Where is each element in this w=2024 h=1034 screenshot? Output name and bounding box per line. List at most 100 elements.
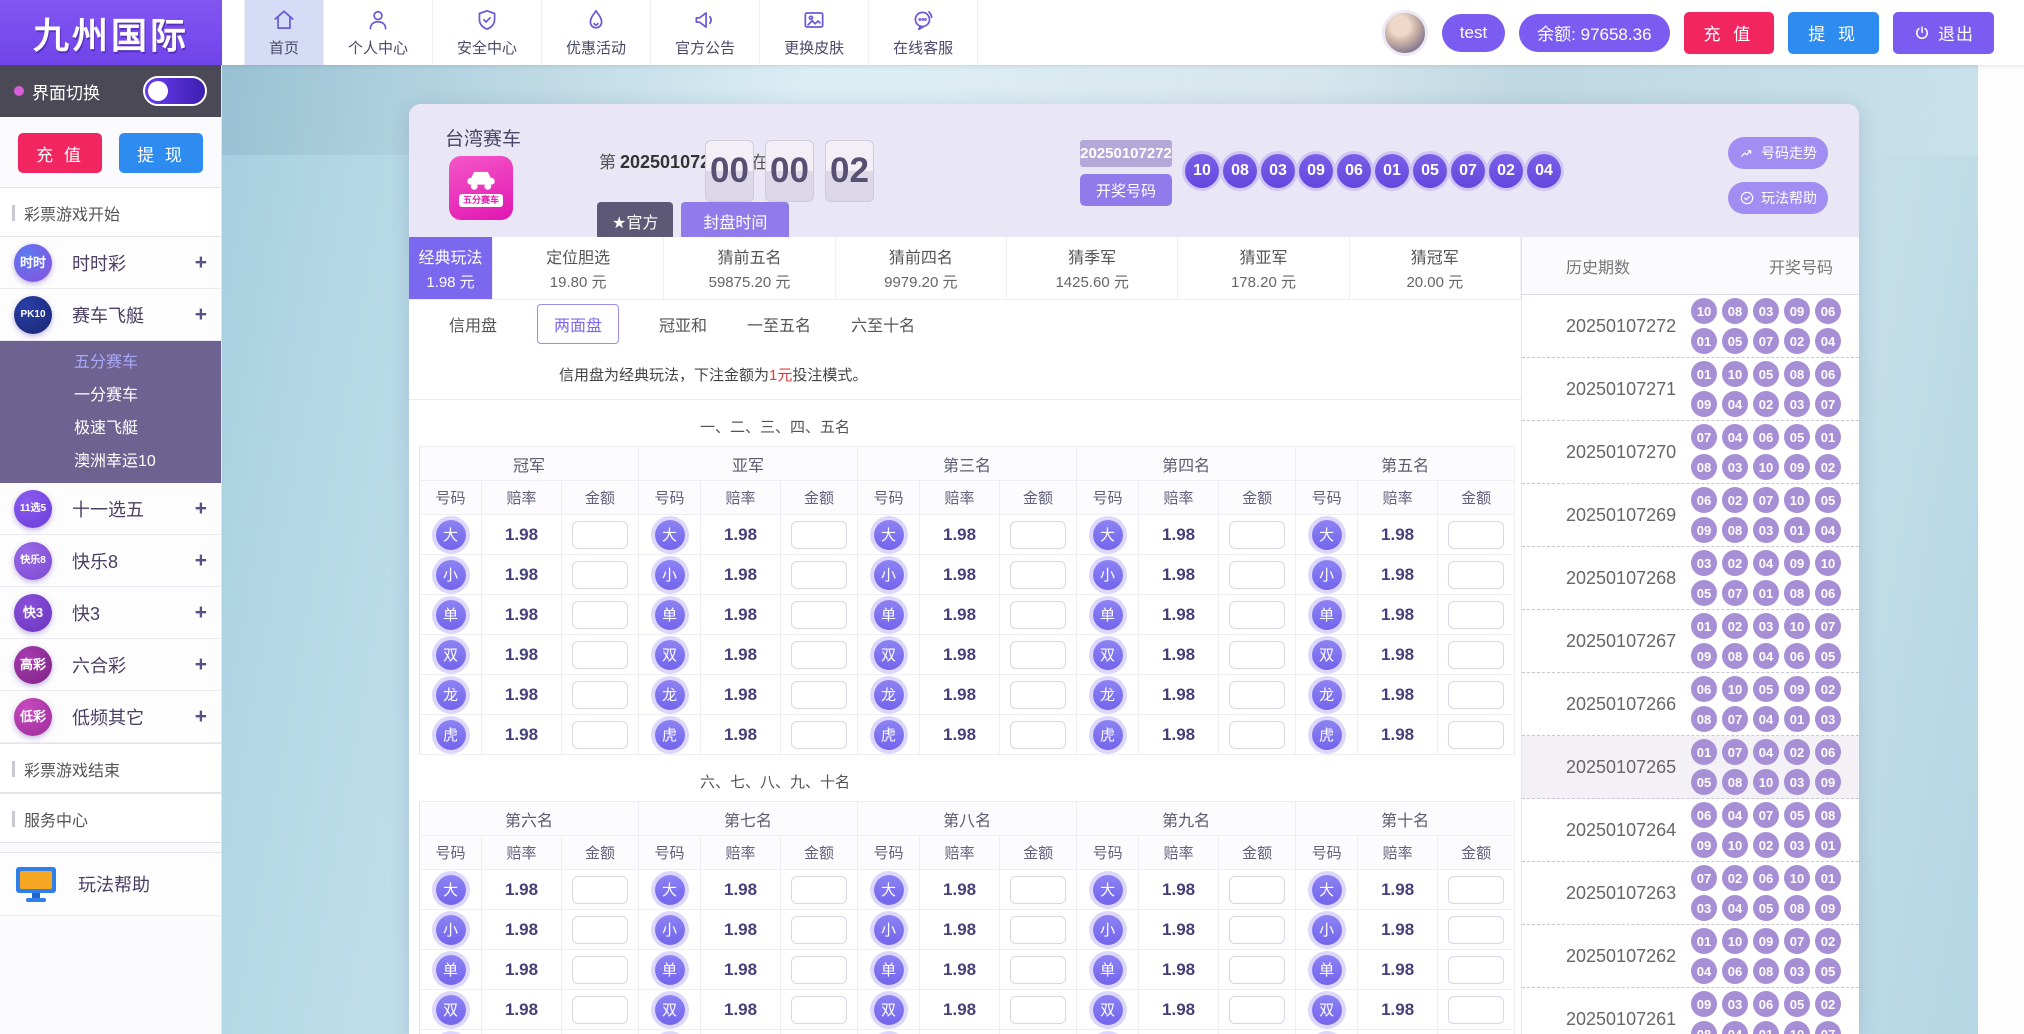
bet-option-ball[interactable]: 双 xyxy=(436,995,466,1025)
sidebar-recharge-button[interactable]: 充 值 xyxy=(18,133,102,173)
subtab-option[interactable]: 两面盘 xyxy=(537,304,619,344)
amount-input[interactable] xyxy=(1229,956,1285,984)
subtab-option[interactable]: 一至五名 xyxy=(747,312,811,336)
bet-option-ball[interactable]: 虎 xyxy=(1312,720,1342,750)
bet-option-ball[interactable]: 大 xyxy=(874,875,904,905)
amount-input[interactable] xyxy=(572,876,628,904)
bet-option-ball[interactable]: 小 xyxy=(874,915,904,945)
submenu-item[interactable]: 五分赛车 xyxy=(0,346,221,379)
amount-input[interactable] xyxy=(572,521,628,549)
rules-help-button[interactable]: 玩法帮助 xyxy=(1728,182,1828,214)
amount-input[interactable] xyxy=(791,561,847,589)
amount-input[interactable] xyxy=(791,876,847,904)
submenu-item[interactable]: 一分赛车 xyxy=(0,379,221,412)
amount-input[interactable] xyxy=(791,681,847,709)
bet-option-ball[interactable]: 双 xyxy=(1312,640,1342,670)
amount-input[interactable] xyxy=(1448,876,1504,904)
bet-option-ball[interactable]: 小 xyxy=(1312,560,1342,590)
amount-input[interactable] xyxy=(791,956,847,984)
sidebar-item[interactable]: 低彩低频其它+ xyxy=(0,691,221,743)
nav-item[interactable]: 安全中心 xyxy=(433,0,542,65)
play-tab[interactable]: 猜季军1425.60 元 xyxy=(1007,237,1178,299)
nav-item[interactable]: 更换皮肤 xyxy=(760,0,869,65)
amount-input[interactable] xyxy=(1010,561,1066,589)
bet-option-ball[interactable]: 单 xyxy=(874,600,904,630)
logout-button[interactable]: 退出 xyxy=(1893,12,1994,54)
bet-option-ball[interactable]: 大 xyxy=(436,875,466,905)
expand-icon[interactable]: + xyxy=(195,251,207,275)
bet-option-ball[interactable]: 虎 xyxy=(436,720,466,750)
sidebar-item-help[interactable]: 玩法帮助 xyxy=(0,853,221,916)
amount-input[interactable] xyxy=(1448,561,1504,589)
amount-input[interactable] xyxy=(1010,956,1066,984)
bet-option-ball[interactable]: 大 xyxy=(1312,520,1342,550)
bet-option-ball[interactable]: 大 xyxy=(436,520,466,550)
amount-input[interactable] xyxy=(1448,521,1504,549)
bet-option-ball[interactable]: 大 xyxy=(1312,875,1342,905)
official-button[interactable]: ★官方 xyxy=(597,202,673,240)
bet-option-ball[interactable]: 双 xyxy=(874,640,904,670)
amount-input[interactable] xyxy=(1448,641,1504,669)
amount-input[interactable] xyxy=(1010,641,1066,669)
bet-option-ball[interactable]: 大 xyxy=(1093,520,1123,550)
sidebar-item[interactable]: 时时时时彩+ xyxy=(0,237,221,289)
amount-input[interactable] xyxy=(1229,876,1285,904)
bet-option-ball[interactable]: 单 xyxy=(655,600,685,630)
amount-input[interactable] xyxy=(791,721,847,749)
amount-input[interactable] xyxy=(791,521,847,549)
expand-icon[interactable]: + xyxy=(195,705,207,729)
bet-option-ball[interactable]: 虎 xyxy=(1093,720,1123,750)
bet-option-ball[interactable]: 双 xyxy=(1312,995,1342,1025)
expand-icon[interactable]: + xyxy=(195,497,207,521)
ui-switch-toggle[interactable] xyxy=(143,76,207,106)
bet-option-ball[interactable]: 双 xyxy=(655,640,685,670)
amount-input[interactable] xyxy=(1448,996,1504,1024)
nav-item[interactable]: 优惠活动 xyxy=(542,0,651,65)
bet-option-ball[interactable]: 小 xyxy=(436,560,466,590)
bet-option-ball[interactable]: 大 xyxy=(655,520,685,550)
bet-option-ball[interactable]: 双 xyxy=(1093,640,1123,670)
bet-option-ball[interactable]: 大 xyxy=(874,520,904,550)
amount-input[interactable] xyxy=(791,641,847,669)
play-tab[interactable]: 猜前五名59875.20 元 xyxy=(664,237,835,299)
bet-option-ball[interactable]: 大 xyxy=(655,875,685,905)
bet-option-ball[interactable]: 小 xyxy=(1093,915,1123,945)
bet-option-ball[interactable]: 大 xyxy=(1093,875,1123,905)
amount-input[interactable] xyxy=(791,601,847,629)
bet-option-ball[interactable]: 小 xyxy=(1093,560,1123,590)
play-tab[interactable]: 猜亚军178.20 元 xyxy=(1178,237,1349,299)
play-tab[interactable]: 猜前四名9979.20 元 xyxy=(836,237,1007,299)
amount-input[interactable] xyxy=(1010,521,1066,549)
expand-icon[interactable]: + xyxy=(195,549,207,573)
page-scrollbar[interactable] xyxy=(1978,65,2024,1034)
bet-option-ball[interactable]: 单 xyxy=(436,955,466,985)
bet-option-ball[interactable]: 虎 xyxy=(874,720,904,750)
nav-item[interactable]: 官方公告 xyxy=(651,0,760,65)
amount-input[interactable] xyxy=(1229,721,1285,749)
amount-input[interactable] xyxy=(572,641,628,669)
bet-option-ball[interactable]: 小 xyxy=(655,560,685,590)
game-icon[interactable]: 五分赛车 xyxy=(449,156,513,220)
amount-input[interactable] xyxy=(1229,681,1285,709)
withdraw-button[interactable]: 提 现 xyxy=(1788,12,1879,54)
bet-option-ball[interactable]: 单 xyxy=(1093,600,1123,630)
nav-item[interactable]: 在线客服 xyxy=(869,0,978,65)
amount-input[interactable] xyxy=(572,681,628,709)
bet-option-ball[interactable]: 单 xyxy=(1312,955,1342,985)
amount-input[interactable] xyxy=(572,601,628,629)
trend-button[interactable]: 号码走势 xyxy=(1728,137,1828,169)
sidebar-item[interactable]: 快3快3+ xyxy=(0,587,221,639)
bet-option-ball[interactable]: 龙 xyxy=(436,680,466,710)
bet-option-ball[interactable]: 龙 xyxy=(1093,680,1123,710)
sidebar-item[interactable]: 11选5十一选五+ xyxy=(0,483,221,535)
amount-input[interactable] xyxy=(572,996,628,1024)
bet-option-ball[interactable]: 双 xyxy=(436,640,466,670)
amount-input[interactable] xyxy=(572,561,628,589)
bet-option-ball[interactable]: 双 xyxy=(655,995,685,1025)
avatar[interactable] xyxy=(1382,10,1428,56)
submenu-item[interactable]: 澳洲幸运10 xyxy=(0,445,221,478)
amount-input[interactable] xyxy=(1448,916,1504,944)
amount-input[interactable] xyxy=(1448,721,1504,749)
bet-option-ball[interactable]: 单 xyxy=(655,955,685,985)
amount-input[interactable] xyxy=(791,996,847,1024)
